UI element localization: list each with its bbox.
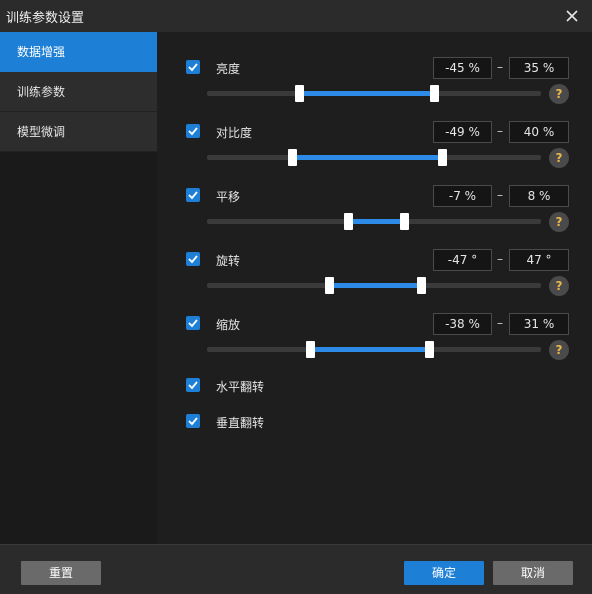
- contrast-checkbox[interactable]: [186, 124, 200, 138]
- brightness-min-input[interactable]: -45 %: [433, 57, 492, 79]
- brightness-range-fill: [299, 91, 434, 96]
- close-icon[interactable]: [562, 6, 582, 26]
- footer-bar: 重置 确定 取消: [0, 544, 592, 594]
- sidebar: 数据增强 训练参数 模型微调: [0, 32, 157, 544]
- contrast-range-fill: [292, 155, 442, 160]
- range-separator: –: [497, 60, 503, 74]
- contrast-slider[interactable]: [207, 149, 541, 166]
- translate-label: 平移: [216, 190, 241, 204]
- scale-slider[interactable]: [207, 341, 541, 358]
- scale-range-fill: [310, 347, 429, 352]
- scale-checkbox[interactable]: [186, 316, 200, 330]
- contrast-max-input[interactable]: 40 %: [509, 121, 569, 143]
- contrast-min-handle[interactable]: [288, 149, 297, 166]
- brightness-max-input[interactable]: 35 %: [509, 57, 569, 79]
- reset-button[interactable]: 重置: [21, 561, 101, 585]
- help-icon[interactable]: ?: [549, 276, 569, 296]
- help-icon[interactable]: ?: [549, 212, 569, 232]
- title-bar: 训练参数设置: [0, 0, 592, 32]
- settings-panel: [157, 32, 592, 544]
- translate-max-input[interactable]: 8 %: [509, 185, 569, 207]
- horizontal-flip-label: 水平翻转: [216, 380, 265, 394]
- brightness-slider[interactable]: [207, 85, 541, 102]
- range-separator: –: [497, 316, 503, 330]
- translate-min-handle[interactable]: [344, 213, 353, 230]
- brightness-min-handle[interactable]: [295, 85, 304, 102]
- cancel-button[interactable]: 取消: [493, 561, 573, 585]
- vertical-flip-checkbox[interactable]: [186, 414, 200, 428]
- rotate-range-fill: [329, 283, 421, 288]
- scale-max-handle[interactable]: [425, 341, 434, 358]
- scale-label: 缩放: [216, 318, 241, 332]
- horizontal-flip-checkbox[interactable]: [186, 378, 200, 392]
- help-icon[interactable]: ?: [549, 340, 569, 360]
- scale-min-handle[interactable]: [306, 341, 315, 358]
- translate-max-handle[interactable]: [400, 213, 409, 230]
- vertical-flip-label: 垂直翻转: [216, 416, 265, 430]
- brightness-checkbox[interactable]: [186, 60, 200, 74]
- brightness-label: 亮度: [216, 62, 241, 76]
- translate-slider[interactable]: [207, 213, 541, 230]
- rotate-min-input[interactable]: -47 °: [433, 249, 492, 271]
- contrast-max-handle[interactable]: [438, 149, 447, 166]
- translate-range-fill: [348, 219, 404, 224]
- range-separator: –: [497, 252, 503, 266]
- ok-button[interactable]: 确定: [404, 561, 484, 585]
- rotate-max-handle[interactable]: [417, 277, 426, 294]
- brightness-max-handle[interactable]: [430, 85, 439, 102]
- sidebar-item-training-params[interactable]: 训练参数: [0, 72, 157, 112]
- rotate-max-input[interactable]: 47 °: [509, 249, 569, 271]
- rotate-label: 旋转: [216, 254, 241, 268]
- window-title: 训练参数设置: [6, 11, 85, 26]
- scale-min-input[interactable]: -38 %: [433, 313, 492, 335]
- sidebar-item-data-augmentation[interactable]: 数据增强: [0, 32, 157, 72]
- rotate-slider[interactable]: [207, 277, 541, 294]
- rotate-checkbox[interactable]: [186, 252, 200, 266]
- scale-max-input[interactable]: 31 %: [509, 313, 569, 335]
- range-separator: –: [497, 188, 503, 202]
- contrast-min-input[interactable]: -49 %: [433, 121, 492, 143]
- sidebar-item-model-finetune[interactable]: 模型微调: [0, 112, 157, 152]
- contrast-label: 对比度: [216, 126, 253, 140]
- rotate-min-handle[interactable]: [325, 277, 334, 294]
- help-icon[interactable]: ?: [549, 84, 569, 104]
- translate-min-input[interactable]: -7 %: [433, 185, 492, 207]
- translate-checkbox[interactable]: [186, 188, 200, 202]
- range-separator: –: [497, 124, 503, 138]
- help-icon[interactable]: ?: [549, 148, 569, 168]
